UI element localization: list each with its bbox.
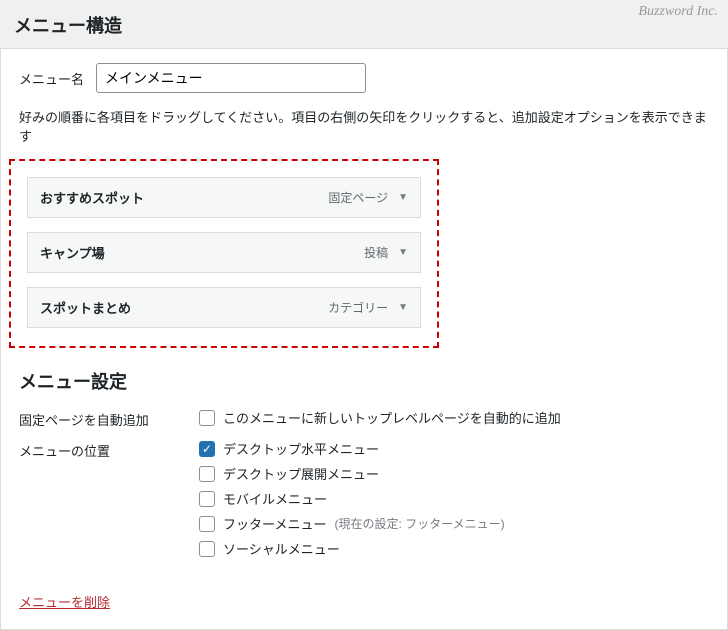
menu-item-type: カテゴリー <box>328 299 388 316</box>
position-option-label: ソーシャルメニュー <box>223 539 340 558</box>
auto-add-row: 固定ページを自動追加 このメニューに新しいトップレベルページを自動的に追加 <box>19 408 709 429</box>
menu-structure-panel: メニュー名 好みの順番に各項目をドラッグしてください。項目の右側の矢印をクリック… <box>0 49 728 630</box>
position-option-label: デスクトップ展開メニュー <box>223 464 379 483</box>
chevron-down-icon[interactable]: ▼ <box>398 192 408 203</box>
menu-item-type: 固定ページ <box>328 189 388 206</box>
checkbox-icon[interactable] <box>199 491 215 507</box>
menu-item-meta: 固定ページ ▼ <box>328 189 408 206</box>
settings-title: メニュー設定 <box>19 368 709 394</box>
delete-menu-link[interactable]: メニューを削除 <box>19 592 110 611</box>
menu-name-label: メニュー名 <box>19 69 84 88</box>
position-option-label: フッターメニュー <box>223 514 326 533</box>
checkbox-icon[interactable] <box>199 410 215 426</box>
checkbox-icon[interactable] <box>199 541 215 557</box>
position-option-label: モバイルメニュー <box>223 489 327 508</box>
menu-name-row: メニュー名 <box>19 63 709 93</box>
menu-item-meta: 投稿 ▼ <box>364 244 408 261</box>
auto-add-option-label: このメニューに新しいトップレベルページを自動的に追加 <box>223 408 561 427</box>
menu-items-highlight: おすすめスポット 固定ページ ▼ キャンプ場 投稿 ▼ スポットまとめ カテゴリ… <box>9 159 439 348</box>
position-option-social[interactable]: ソーシャルメニュー <box>199 539 505 558</box>
position-option-mobile[interactable]: モバイルメニュー <box>199 489 505 508</box>
checkbox-icon[interactable] <box>199 466 215 482</box>
auto-add-label: 固定ページを自動追加 <box>19 408 199 429</box>
drag-instruction: 好みの順番に各項目をドラッグしてください。項目の右側の矢印をクリックすると、追加… <box>19 107 709 145</box>
position-row: メニューの位置 デスクトップ水平メニュー デスクトップ展開メニュー モバイルメニ… <box>19 439 709 558</box>
menu-item-meta: カテゴリー ▼ <box>328 299 408 316</box>
watermark: Buzzword Inc. <box>638 4 718 20</box>
auto-add-option[interactable]: このメニューに新しいトップレベルページを自動的に追加 <box>199 408 561 427</box>
chevron-down-icon[interactable]: ▼ <box>398 302 408 313</box>
menu-item[interactable]: スポットまとめ カテゴリー ▼ <box>27 287 421 328</box>
position-option-desktop-horizontal[interactable]: デスクトップ水平メニュー <box>199 439 505 458</box>
checkbox-icon[interactable] <box>199 516 215 532</box>
position-option-hint: (現在の設定: フッターメニュー) <box>334 515 504 532</box>
menu-item-title: キャンプ場 <box>40 243 105 262</box>
structure-title: メニュー構造 <box>0 0 728 49</box>
position-option-footer[interactable]: フッターメニュー (現在の設定: フッターメニュー) <box>199 514 505 533</box>
menu-item-title: スポットまとめ <box>40 298 131 317</box>
position-option-label: デスクトップ水平メニュー <box>223 439 379 458</box>
menu-item[interactable]: おすすめスポット 固定ページ ▼ <box>27 177 421 218</box>
menu-name-input[interactable] <box>96 63 366 93</box>
chevron-down-icon[interactable]: ▼ <box>398 247 408 258</box>
menu-item[interactable]: キャンプ場 投稿 ▼ <box>27 232 421 273</box>
position-label: メニューの位置 <box>19 439 199 460</box>
menu-item-type: 投稿 <box>364 244 388 261</box>
menu-item-title: おすすめスポット <box>40 188 144 207</box>
checkbox-icon[interactable] <box>199 441 215 457</box>
position-option-desktop-expanded[interactable]: デスクトップ展開メニュー <box>199 464 505 483</box>
